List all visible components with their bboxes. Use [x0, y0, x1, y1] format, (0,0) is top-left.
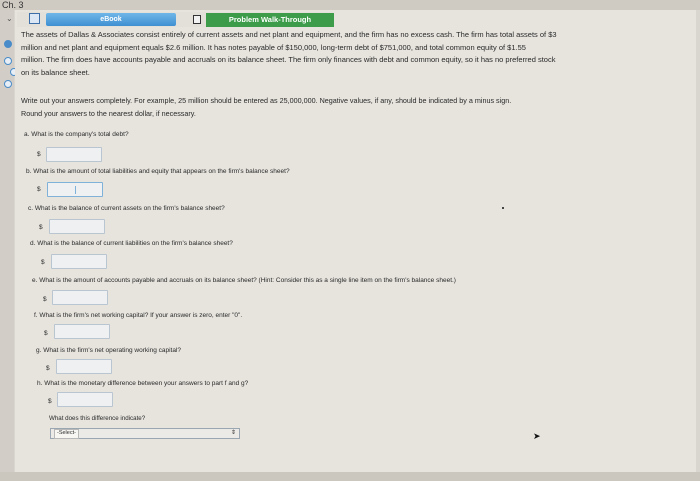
difference-question: What does this difference indicate? — [49, 415, 146, 422]
top-bar — [0, 0, 700, 10]
question-e: e. What is the amount of accounts payabl… — [32, 277, 456, 284]
answer-input-h[interactable] — [57, 392, 113, 407]
question-f: f. What is the firm's net working capita… — [34, 312, 243, 319]
instruction-line: Write out your answers completely. For e… — [21, 96, 512, 105]
intro-line: million and net plant and equipment equa… — [21, 42, 526, 52]
tab-ebook[interactable]: eBook — [46, 13, 176, 26]
problem-intro: The assets of Dallas & Associates consis… — [21, 29, 557, 79]
instructions: Write out your answers completely. For e… — [21, 94, 511, 120]
question-h: h. What is the monetary difference betwe… — [37, 380, 249, 387]
select-value: -Select- — [54, 429, 79, 439]
intro-line: million. The firm does have accounts pay… — [21, 55, 556, 64]
intro-line: The assets of Dallas & Associates consis… — [21, 30, 557, 39]
answer-input-d[interactable] — [51, 254, 107, 269]
answer-input-e[interactable] — [52, 290, 108, 305]
currency-symbol: $ — [46, 365, 50, 372]
question-g: g. What is the firm's net operating work… — [36, 347, 182, 354]
radio-option-1[interactable] — [4, 40, 12, 48]
currency-symbol: $ — [43, 296, 47, 303]
document-icon[interactable] — [193, 15, 201, 24]
currency-symbol: $ — [39, 224, 43, 231]
chevron-down-icon[interactable]: ⌄ — [6, 14, 13, 23]
currency-symbol: $ — [48, 398, 52, 405]
up-down-arrow-icon: ⇕ — [230, 430, 236, 436]
question-c: c. What is the balance of current assets… — [28, 205, 225, 212]
question-a: a. What is the company's total debt? — [24, 131, 129, 138]
bottom-strip — [0, 472, 700, 481]
chapter-label: Ch. 3 — [2, 0, 24, 10]
currency-symbol: $ — [37, 186, 41, 193]
answer-input-g[interactable] — [56, 359, 112, 374]
radio-option-2[interactable] — [4, 57, 12, 65]
cursor-dot — [502, 207, 504, 209]
difference-select[interactable]: -Select- ⇕ — [50, 428, 240, 439]
answer-input-f[interactable] — [54, 324, 110, 339]
book-icon[interactable] — [29, 13, 40, 24]
text-caret — [75, 186, 76, 194]
question-d: d. What is the balance of current liabil… — [30, 240, 233, 247]
tab-problem-walkthrough[interactable]: Problem Walk-Through — [206, 13, 334, 27]
currency-symbol: $ — [37, 151, 41, 158]
question-b: b. What is the amount of total liabiliti… — [26, 168, 290, 175]
answer-input-a[interactable] — [46, 147, 102, 162]
currency-symbol: $ — [41, 259, 45, 266]
radio-option-4[interactable] — [4, 80, 12, 88]
answer-input-c[interactable] — [49, 219, 105, 234]
answer-input-b[interactable] — [47, 182, 103, 197]
instruction-line: Round your answers to the nearest dollar… — [21, 109, 196, 118]
currency-symbol: $ — [44, 330, 48, 337]
intro-line: on its balance sheet. — [21, 67, 90, 77]
mouse-cursor-icon: ➤ — [533, 431, 541, 441]
